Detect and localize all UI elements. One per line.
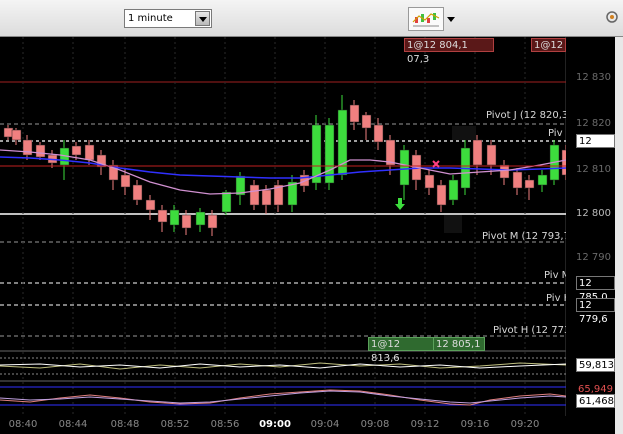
- candle-bear: [120, 174, 131, 188]
- vertical-scrollbar[interactable]: [615, 37, 623, 434]
- black-marker-top: [452, 126, 476, 140]
- order-tag-bottom-right[interactable]: 12 805,1: [433, 337, 485, 351]
- candle-bear: [249, 184, 260, 206]
- candle-bull: [537, 174, 548, 186]
- piv-top-label: Piv: [548, 128, 563, 139]
- candle-bear: [181, 214, 192, 229]
- candle-bear: [157, 209, 168, 223]
- candle-bear: [207, 214, 218, 229]
- candle-bear: [512, 171, 523, 189]
- time-label: 08:48: [110, 419, 140, 430]
- order-tag-top-left-text-b: 07,3: [407, 54, 430, 65]
- level-price-label: 12 785,0: [576, 276, 615, 303]
- time-label: 09:04: [310, 419, 340, 430]
- pivot-h-label: Pivot H (12 773): [493, 325, 575, 336]
- candle-bear: [486, 144, 497, 166]
- candle-bear: [11, 129, 22, 141]
- black-marker-bottom: [444, 215, 462, 233]
- candle-bear: [361, 114, 372, 129]
- candle-bear: [35, 144, 46, 158]
- time-label: 09:20: [510, 419, 540, 430]
- level-price-label: 12 779,6: [576, 298, 615, 325]
- price-tick: 12 810: [576, 164, 611, 175]
- candle-bear: [424, 174, 435, 189]
- time-label: 08:44: [58, 419, 88, 430]
- time-label: 09:08: [360, 419, 390, 430]
- time-label: 08:40: [8, 419, 38, 430]
- candle-bear: [436, 184, 447, 206]
- price-chart[interactable]: [0, 0, 623, 434]
- candle-bear: [499, 164, 510, 179]
- order-tag-top-right[interactable]: 1@12 8: [531, 38, 566, 52]
- candle-bear: [71, 145, 82, 156]
- time-axis[interactable]: 08:40 08:44 08:48 08:52 08:56 09:00 09:0…: [0, 416, 566, 434]
- pivot-j-label: Pivot J (12 820,3): [486, 110, 573, 121]
- candle-bear: [524, 179, 535, 189]
- candle-bull: [195, 211, 206, 226]
- candle-bear: [132, 184, 143, 201]
- price-tick: 12 830: [576, 72, 611, 83]
- time-label: 08:56: [210, 419, 240, 430]
- osc2-value-label: 61,468: [576, 394, 615, 408]
- candle-bear: [84, 144, 95, 161]
- candle-bull: [399, 149, 410, 186]
- osc1-value-label: 59,813: [576, 358, 615, 372]
- current-price-label: 12 816,1: [576, 134, 615, 161]
- candle-bear: [22, 139, 33, 156]
- order-tag-bottom-left-text: 1@12 813,6: [371, 339, 401, 364]
- candle-bull: [448, 179, 459, 201]
- time-label: 08:52: [160, 419, 190, 430]
- order-tag-bottom-left[interactable]: 1@12 813,6: [368, 337, 434, 364]
- order-tag-top-left-text: 1@12 804,1: [407, 40, 468, 51]
- price-tick: 12 800: [576, 208, 611, 219]
- order-tag-top-right-text: 1@12 8: [534, 40, 564, 51]
- order-tag-bottom-right-text: 12 805,1: [436, 339, 481, 350]
- pivot-m-label: Pivot M (12 793,7): [482, 231, 574, 242]
- candle-bear: [145, 199, 156, 211]
- candle-bear: [349, 104, 360, 123]
- time-label: 09:12: [410, 419, 440, 430]
- oscillator-2: [0, 386, 567, 406]
- oscillator-1: [0, 357, 567, 375]
- candle-bull: [169, 209, 180, 226]
- candle-bull: [221, 191, 232, 213]
- candle-bear: [3, 127, 14, 138]
- time-label: 09:00: [259, 419, 291, 430]
- candle-bear: [261, 189, 272, 206]
- time-label: 09:16: [460, 419, 490, 430]
- candle-bear: [373, 124, 384, 143]
- price-tick: 12 820: [576, 118, 611, 129]
- order-tag-top-left[interactable]: 1@12 804,1 07,3: [404, 38, 494, 65]
- candle-bear: [472, 139, 483, 166]
- price-tick: 12 790: [576, 252, 611, 263]
